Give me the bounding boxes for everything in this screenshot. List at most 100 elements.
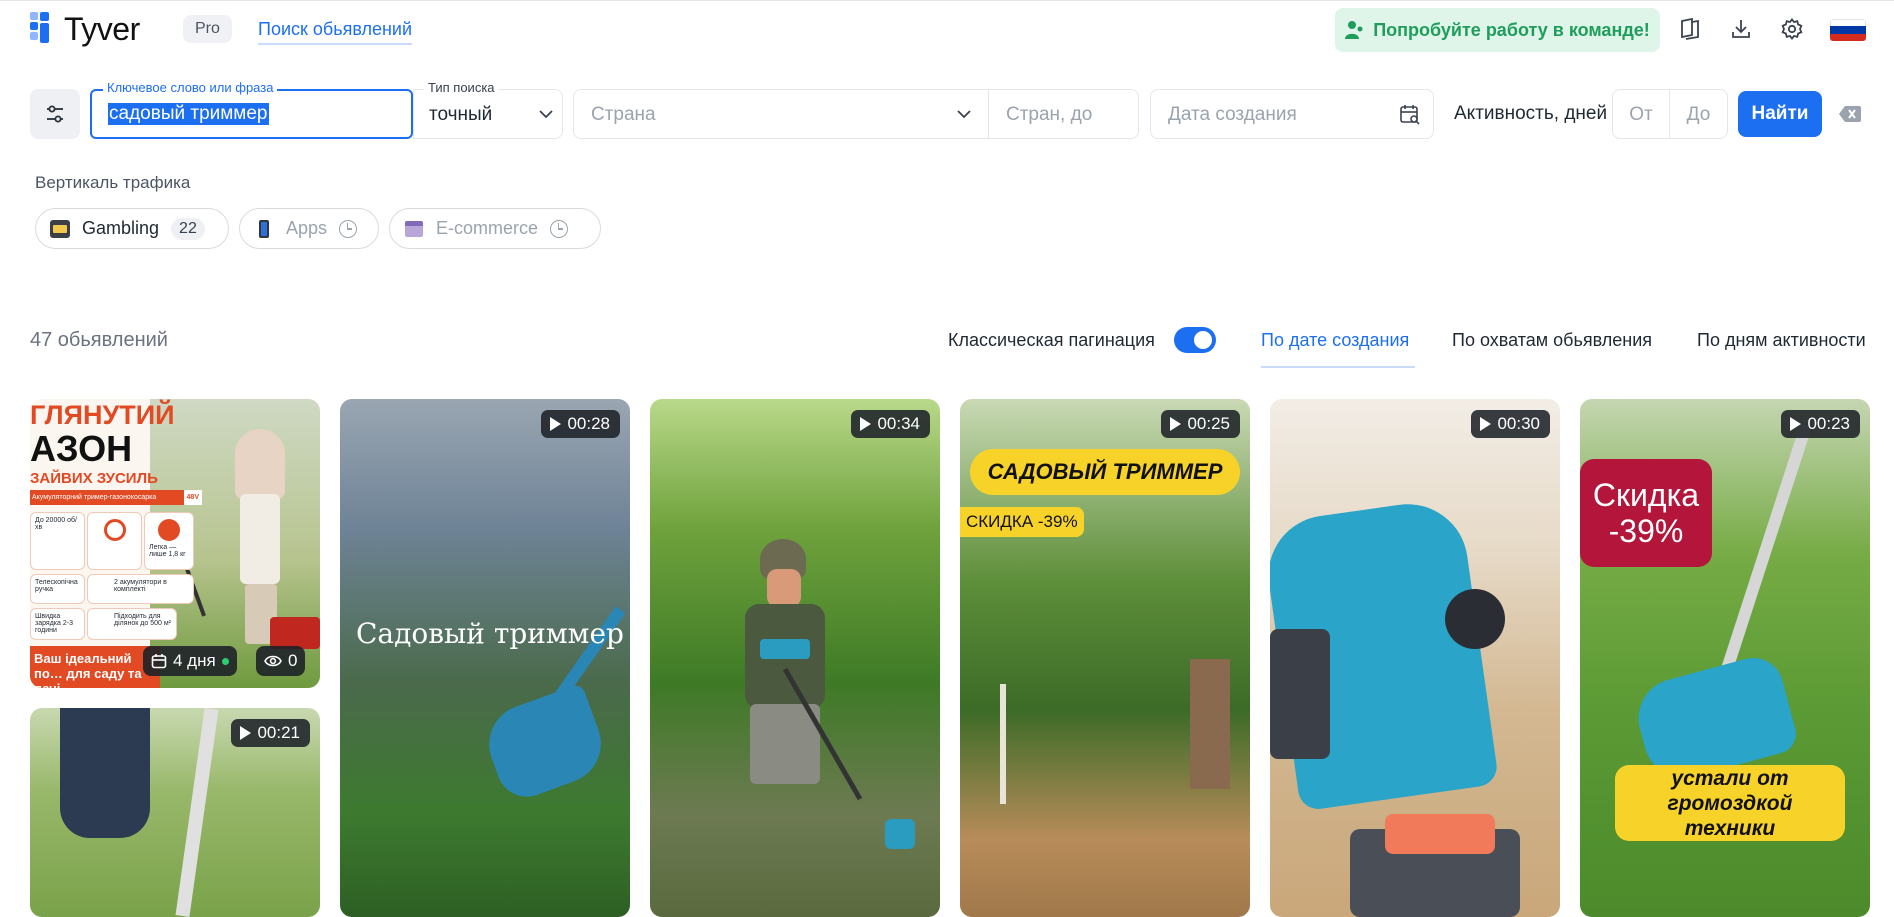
download-icon[interactable] bbox=[1727, 15, 1755, 43]
eye-icon bbox=[264, 655, 282, 667]
sort-tab-by-date[interactable]: По дате создания bbox=[1261, 329, 1409, 351]
play-icon bbox=[1790, 417, 1802, 431]
calendar-search-icon bbox=[1400, 105, 1420, 125]
ad-card[interactable]: 00:34 bbox=[650, 399, 940, 917]
activity-from-placeholder: От bbox=[1629, 104, 1653, 125]
play-icon bbox=[860, 417, 872, 431]
search-type-value: точный bbox=[429, 104, 493, 125]
ad-headline-2: АЗОН bbox=[30, 428, 133, 469]
views-value: 0 bbox=[288, 651, 298, 670]
keyword-field[interactable]: Ключевое слово или фраза садовый триммер bbox=[90, 80, 413, 139]
sort-tab-by-reach[interactable]: По охватам обьявления bbox=[1452, 329, 1652, 351]
active-sort-underline bbox=[1261, 366, 1415, 368]
play-icon bbox=[1480, 417, 1492, 431]
activity-from-input[interactable]: От bbox=[1612, 89, 1670, 139]
discount-text: СКИДКА -39% bbox=[966, 512, 1078, 531]
clock-icon bbox=[550, 219, 569, 238]
logo-mark-icon bbox=[30, 12, 58, 46]
chevron-down-icon bbox=[957, 110, 971, 119]
try-team-label: Попробуйте работу в команде! bbox=[1373, 19, 1650, 40]
chip-ecommerce-label: E-commerce bbox=[436, 218, 539, 238]
video-overlay-text: Садовый триммер bbox=[356, 617, 624, 650]
calendar-icon bbox=[151, 654, 167, 669]
ad-card[interactable]: 00:21 bbox=[30, 708, 320, 917]
video-duration: 00:21 bbox=[231, 719, 310, 747]
ad-tag-volt: 48V bbox=[183, 490, 202, 505]
creation-date-input[interactable]: Дата создания bbox=[1150, 89, 1434, 139]
sliders-icon bbox=[47, 105, 63, 123]
chip-gambling-count: 22 bbox=[171, 217, 205, 240]
feature-box: 2 акумулятори в комплекті bbox=[87, 574, 194, 604]
person-legs bbox=[60, 708, 150, 838]
chip-apps[interactable]: Apps bbox=[239, 208, 379, 249]
play-icon bbox=[1170, 417, 1182, 431]
try-team-button[interactable]: Попробуйте работу в команде! bbox=[1335, 8, 1660, 52]
team-user-icon bbox=[1345, 21, 1363, 39]
guide-book-icon[interactable] bbox=[1676, 15, 1704, 43]
feature-box: Підходить для ділянок до 500 м² bbox=[87, 608, 177, 640]
video-overlay-text: САДОВЫЙ ТРИММЕР bbox=[987, 459, 1223, 484]
filters-toggle-button[interactable] bbox=[30, 89, 80, 139]
keyword-field-label: Ключевое слово или фраза bbox=[103, 80, 278, 96]
discount-badge: Скидка -39% bbox=[1580, 459, 1712, 567]
ad-footer: Ваш ідеальний по… для саду та дачі bbox=[30, 646, 160, 688]
country-select[interactable]: Страна bbox=[573, 89, 989, 139]
search-type-select[interactable]: Тип поиска точный bbox=[413, 80, 563, 139]
video-duration: 00:30 bbox=[1471, 410, 1550, 438]
video-duration: 00:28 bbox=[541, 410, 620, 438]
chip-gambling-label: Gambling bbox=[82, 218, 160, 238]
ad-tag-text: Акумуляторний тример-газонокосарка bbox=[32, 494, 157, 501]
active-days-value: 4 дня bbox=[173, 651, 216, 670]
clear-filters-icon[interactable] bbox=[1838, 104, 1862, 124]
activity-days-label: Активность, дней bbox=[1454, 103, 1608, 124]
store-icon bbox=[404, 220, 424, 238]
ad-headline-3: ЗАЙВИХ ЗУСИЛЬ bbox=[30, 470, 158, 487]
chip-apps-label: Apps bbox=[286, 218, 328, 238]
nav-link-ad-search[interactable]: Поиск обьявлений bbox=[258, 18, 413, 45]
discount-badge-text: Скидка -39% bbox=[1592, 477, 1700, 549]
ad-card[interactable]: 00:30 bbox=[1270, 399, 1560, 917]
discount-banner: СКИДКА -39% bbox=[960, 507, 1084, 537]
country-placeholder: Страна bbox=[591, 104, 656, 125]
clock-icon bbox=[339, 219, 358, 238]
logo[interactable]: Tyver bbox=[30, 12, 140, 46]
overlay-banner: САДОВЫЙ ТРИММЕР bbox=[970, 449, 1240, 495]
chip-ecommerce[interactable]: E-commerce bbox=[389, 208, 601, 249]
ad-tag: Акумуляторний тример-газонокосарка 48V bbox=[30, 490, 202, 505]
classic-pagination-toggle[interactable] bbox=[1174, 327, 1216, 353]
find-button[interactable]: Найти bbox=[1738, 91, 1822, 137]
top-header: Tyver Pro Поиск обьявлений Попробуйте ра… bbox=[0, 0, 1894, 60]
russia-flag-icon[interactable] bbox=[1830, 19, 1866, 41]
ad-card[interactable]: САДОВЫЙ ТРИММЕР СКИДКА -39% 00:25 bbox=[960, 399, 1250, 917]
activity-to-placeholder: До bbox=[1686, 104, 1711, 125]
video-duration: 00:34 bbox=[851, 410, 930, 438]
ad-headline-1: ГЛЯНУТИЙ bbox=[30, 400, 175, 430]
ad-card[interactable]: Садовый триммер 00:28 bbox=[340, 399, 630, 917]
play-icon bbox=[550, 417, 562, 431]
woman-figure bbox=[235, 429, 285, 499]
video-duration: 00:23 bbox=[1781, 410, 1860, 438]
overlay-banner: устали от громоздкой техники bbox=[1615, 765, 1845, 841]
country-to-input[interactable]: Стран, до bbox=[989, 89, 1139, 139]
keyword-input[interactable]: садовый триммер bbox=[108, 103, 269, 125]
play-icon bbox=[240, 726, 252, 740]
creation-date-placeholder: Дата создания bbox=[1168, 104, 1297, 125]
feature-box: Телескопічна ручка bbox=[30, 574, 85, 604]
activity-to-input[interactable]: До bbox=[1670, 89, 1728, 139]
settings-icon[interactable] bbox=[1778, 15, 1806, 43]
slot-machine-icon bbox=[50, 219, 70, 238]
feature-box: До 20000 об/хв bbox=[87, 512, 142, 570]
sort-tab-by-active-days[interactable]: По дням активности bbox=[1697, 329, 1866, 351]
smartphone-icon bbox=[254, 219, 274, 238]
pro-badge: Pro bbox=[183, 15, 232, 43]
ad-card[interactable]: ГЛЯНУТИЙ АЗОН ЗАЙВИХ ЗУСИЛЬ Акумуляторни… bbox=[30, 399, 320, 688]
chip-gambling[interactable]: Gambling 22 bbox=[35, 208, 229, 249]
traffic-vertical-label: Вертикаль трафика bbox=[35, 173, 191, 192]
ad-card[interactable]: Скидка -39% устали от громоздкой техники… bbox=[1580, 399, 1870, 917]
feature-box: Швидка зарядка 2-3 години bbox=[30, 608, 85, 640]
feature-box: До 20000 об/хв bbox=[30, 512, 85, 570]
video-overlay-text: устали от громоздкой техники bbox=[1667, 766, 1793, 840]
results-count: 47 обьявлений bbox=[30, 329, 168, 351]
search-type-label: Тип поиска bbox=[424, 80, 499, 96]
classic-pagination-label: Классическая пагинация bbox=[948, 330, 1155, 350]
